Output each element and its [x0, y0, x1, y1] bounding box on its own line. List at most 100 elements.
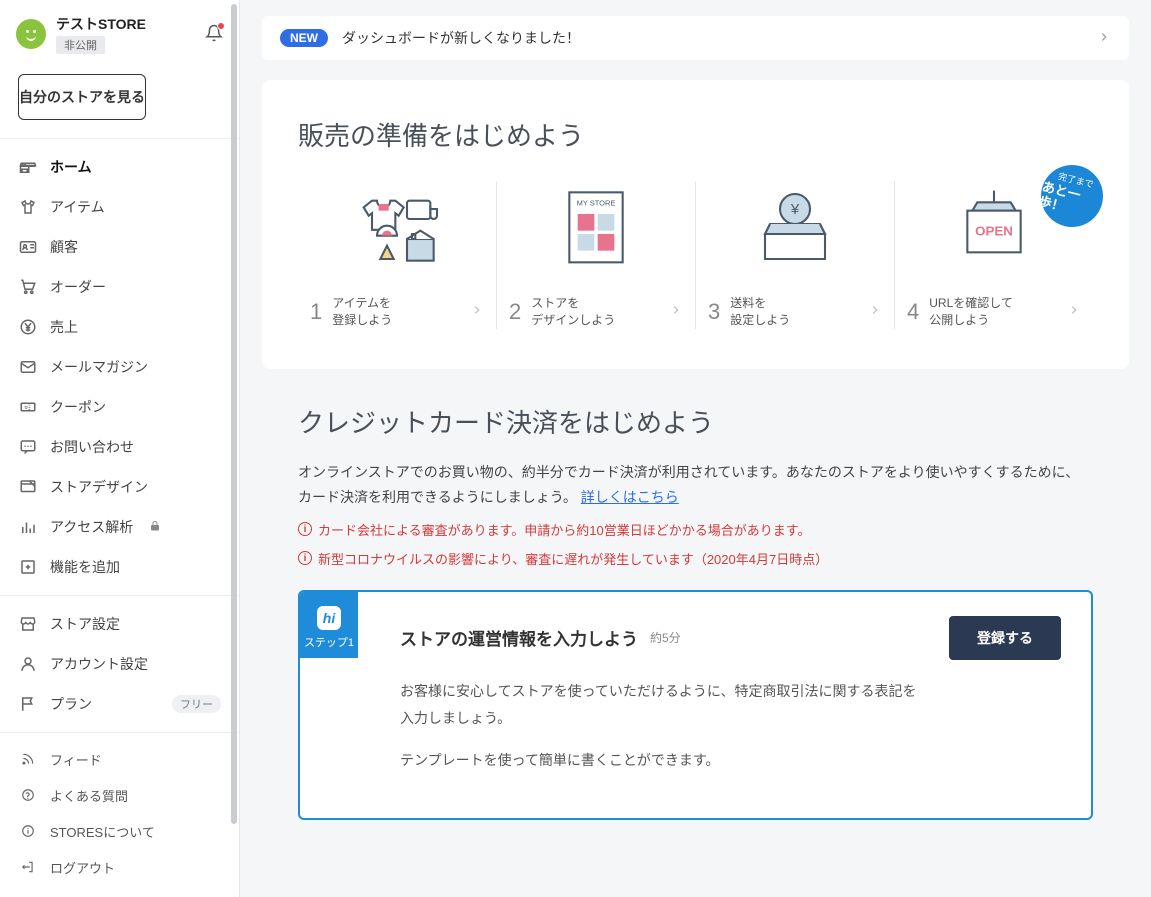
step-1-illustration	[347, 181, 447, 271]
sidebar-item-label: 機能を追加	[50, 557, 120, 577]
sidebar-item-label: お問い合わせ	[50, 437, 134, 457]
step-label: URLを確認して公開しよう	[929, 295, 1057, 329]
plus-icon	[18, 557, 38, 577]
sidebar-item-home[interactable]: ホーム	[0, 147, 239, 187]
sidebar-item-logout[interactable]: ログアウト	[0, 849, 239, 885]
almost-done-badge: 完了まで あと一歩！	[1034, 158, 1109, 233]
chevron-right-icon	[669, 303, 683, 320]
register-button[interactable]: 登録する	[949, 616, 1061, 660]
sidebar-scrollbar[interactable]	[229, 0, 239, 897]
info-warn-icon: i	[298, 551, 312, 565]
sidebar-item-label: STORESについて	[50, 822, 155, 841]
sidebar-item-label: 顧客	[50, 237, 78, 257]
card-time: 約5分	[650, 629, 681, 646]
flag-icon	[18, 694, 38, 714]
step-num: 2	[509, 299, 521, 325]
sidebar-item-plan[interactable]: プラン フリー	[0, 684, 239, 724]
step-label: アイテムを登録しよう	[332, 295, 460, 329]
sidebar-item-label: アカウント設定	[50, 654, 148, 674]
sidebar-item-label: オーダー	[50, 277, 106, 297]
user-icon	[18, 654, 38, 674]
sidebar-item-account-settings[interactable]: アカウント設定	[0, 644, 239, 684]
sidebar-item-mailmag[interactable]: メールマガジン	[0, 347, 239, 387]
cc-section: クレジットカード決済をはじめよう オンラインストアでのお買い物の、約半分でカード…	[262, 403, 1129, 568]
step-1[interactable]: 1 アイテムを登録しよう	[298, 181, 496, 329]
cc-title: クレジットカード決済をはじめよう	[298, 403, 1093, 440]
sidebar-item-sales[interactable]: 売上	[0, 307, 239, 347]
sidebar-item-store-settings[interactable]: ストア設定	[0, 604, 239, 644]
sidebar-item-about[interactable]: STORESについて	[0, 813, 239, 849]
svg-text:OPEN: OPEN	[975, 224, 1013, 239]
sidebar-item-label: フィード	[50, 750, 102, 769]
home-icon	[18, 157, 38, 177]
sidebar-item-label: ログアウト	[50, 858, 115, 877]
prep-panel: 販売の準備をはじめよう 1 アイテムを登録しよう MY STORE	[262, 80, 1129, 369]
storefront-icon	[18, 614, 38, 634]
svg-text:MY STORE: MY STORE	[577, 199, 616, 208]
sidebar-item-orders[interactable]: オーダー	[0, 267, 239, 307]
sidebar-item-label: アイテム	[50, 197, 105, 217]
step1-card: hi ステップ1 ストアの運営情報を入力しよう 約5分 登録する お客様に安心し…	[298, 590, 1093, 820]
step-num: 1	[310, 299, 322, 325]
logout-icon	[18, 857, 38, 877]
step-4[interactable]: 完了まで あと一歩！ OPEN 4 URLを確認して公開しよう	[894, 181, 1093, 329]
sidebar-item-label: よくある質問	[50, 786, 128, 805]
cc-body: オンラインストアでのお買い物の、約半分でカード決済が利用されています。あなたのス…	[298, 460, 1093, 510]
sidebar: テストSTORE 非公開 自分のストアを見る ホーム アイテム 顧客	[0, 0, 240, 897]
sidebar-item-coupon[interactable]: クーポン	[0, 387, 239, 427]
help-icon	[18, 785, 38, 805]
sidebar-item-label: 売上	[50, 317, 78, 337]
store-status-badge: 非公開	[56, 36, 105, 54]
sidebar-item-feed[interactable]: フィード	[0, 741, 239, 777]
card-title: ストアの運営情報を入力しよう	[400, 625, 638, 650]
hi-icon: hi	[317, 606, 341, 630]
sidebar-item-label: メールマガジン	[50, 357, 148, 377]
prep-title: 販売の準備をはじめよう	[298, 116, 1093, 153]
yen-icon	[18, 317, 38, 337]
chart-icon	[18, 517, 38, 537]
sidebar-item-analytics[interactable]: アクセス解析	[0, 507, 239, 547]
step-num: 4	[907, 299, 919, 325]
cc-link[interactable]: 詳しくはこちら	[581, 489, 679, 505]
view-store-button[interactable]: 自分のストアを見る	[18, 74, 146, 120]
main: NEW ダッシュボードが新しくなりました！ 販売の準備をはじめよう 1 アイテム…	[240, 0, 1151, 897]
sidebar-item-label: クーポン	[50, 397, 106, 417]
sidebar-item-label: アクセス解析	[50, 517, 133, 537]
coupon-icon	[18, 397, 38, 417]
sidebar-item-faq[interactable]: よくある質問	[0, 777, 239, 813]
notification-icon[interactable]	[205, 24, 223, 45]
info-icon	[18, 821, 38, 841]
sidebar-item-customers[interactable]: 顧客	[0, 227, 239, 267]
sidebar-item-label: ホーム	[50, 157, 92, 177]
news-banner[interactable]: NEW ダッシュボードが新しくなりました！	[262, 16, 1129, 60]
shirt-icon	[18, 197, 38, 217]
step-num: 3	[708, 299, 720, 325]
step-label: ストアをデザインしよう	[531, 295, 659, 329]
sidebar-item-items[interactable]: アイテム	[0, 187, 239, 227]
avatar	[16, 19, 46, 49]
new-badge: NEW	[280, 29, 328, 47]
design-icon	[18, 477, 38, 497]
info-warn-icon: i	[298, 522, 312, 536]
sidebar-item-inquiry[interactable]: お問い合わせ	[0, 427, 239, 467]
step-3[interactable]: ¥ 3 送料を設定しよう	[695, 181, 894, 329]
sidebar-header: テストSTORE 非公開	[0, 0, 239, 64]
chevron-right-icon	[1097, 30, 1111, 47]
nav-section-footer: フィード よくある質問 STORESについて ログアウト	[0, 732, 239, 893]
step-label: 送料を設定しよう	[730, 295, 858, 329]
sidebar-item-label: ストア設定	[50, 614, 120, 634]
step-2[interactable]: MY STORE 2 ストアをデザインしよう	[496, 181, 695, 329]
nav-section-main: ホーム アイテム 顧客 オーダー 売上 メールマガジン	[0, 138, 239, 595]
chevron-right-icon	[1067, 303, 1081, 320]
cart-icon	[18, 277, 38, 297]
sidebar-item-label: プラン	[50, 694, 92, 714]
store-name: テストSTORE	[56, 14, 195, 34]
sidebar-item-design[interactable]: ストアデザイン	[0, 467, 239, 507]
plan-badge: フリー	[172, 695, 221, 713]
id-icon	[18, 237, 38, 257]
cc-warning-1: i カード会社による審査があります。申請から約10営業日ほどかかる場合があります…	[298, 520, 1093, 539]
nav-section-settings: ストア設定 アカウント設定 プラン フリー	[0, 595, 239, 732]
sidebar-item-addfeature[interactable]: 機能を追加	[0, 547, 239, 587]
step-2-illustration: MY STORE	[546, 181, 646, 271]
step-4-illustration: OPEN	[944, 181, 1044, 271]
